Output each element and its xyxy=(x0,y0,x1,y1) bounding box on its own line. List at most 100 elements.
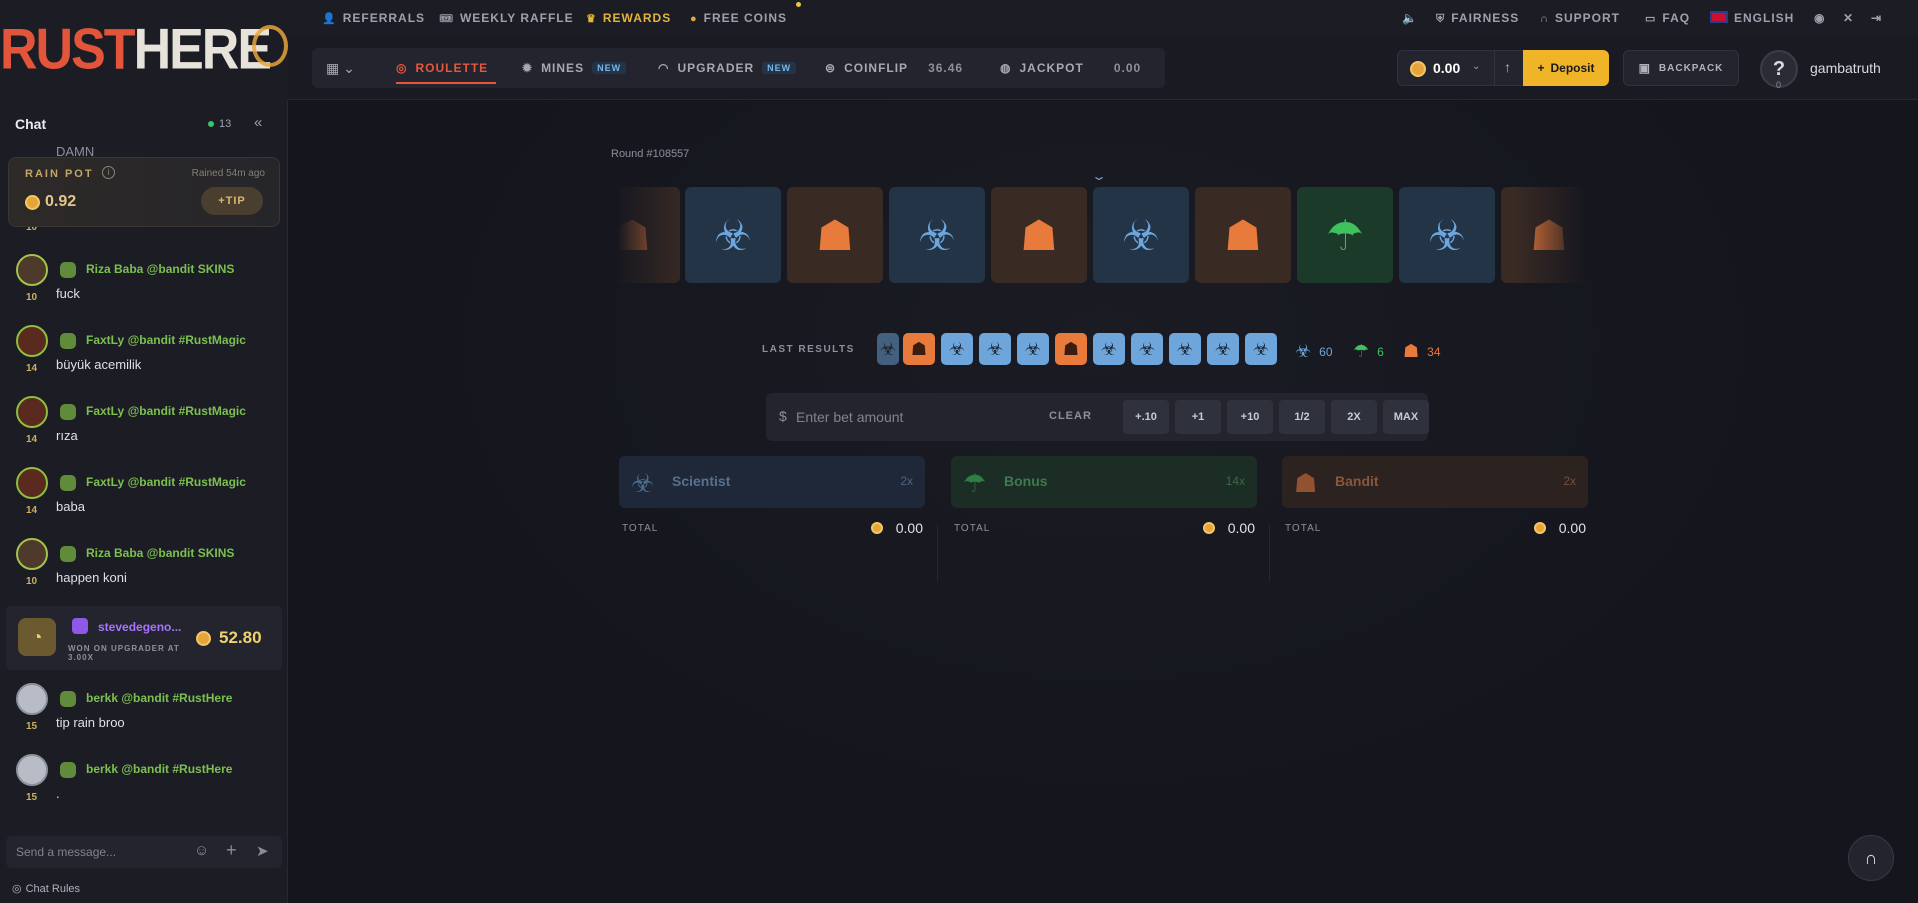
tip-button[interactable]: + TIP xyxy=(201,187,263,215)
chat-message-list[interactable]: DAMN 10 10 Riza Baba @bandit SKINS fuck … xyxy=(0,140,288,810)
gas-mask-icon: ☣ xyxy=(879,338,897,359)
bandit-bet-button[interactable]: ☗ Bandit 2x xyxy=(1282,456,1588,508)
tab-jackpot-label: JACKPOT xyxy=(1019,61,1084,75)
bandit-label: Bandit xyxy=(1335,473,1379,489)
bandit-badge-icon xyxy=(60,546,76,562)
user-level: 10 xyxy=(26,292,38,303)
site-logo[interactable]: RUST HERE xyxy=(0,0,288,100)
avatar[interactable] xyxy=(16,683,48,715)
sound-icon[interactable]: 🔈 xyxy=(1402,11,1418,25)
nav-fairness[interactable]: ⛨ FAIRNESS xyxy=(1436,11,1519,26)
tip-label: TIP xyxy=(225,195,246,207)
chat-text: tip rain broo xyxy=(56,715,125,730)
upgrader-gauge-icon: ◔ xyxy=(18,618,56,656)
nav-support[interactable]: ∩ SUPPORT xyxy=(1540,11,1620,25)
chevron-down-icon: ⌄ xyxy=(1472,61,1481,72)
nav-referrals[interactable]: 👤 REFERRALS xyxy=(322,11,425,25)
game-tabs: ▦ ⌄ ◎ ROULETTE ✹ MINES NEW ◠ UPGRADER NEW ⊜ CO… xyxy=(312,48,1165,88)
total-label: TOTAL xyxy=(1285,523,1322,534)
parachute-icon: ☂ xyxy=(1353,341,1370,361)
add-tenth-button[interactable]: +.10 xyxy=(1123,400,1169,434)
balance-selector[interactable]: 0.00 ⌄ ↑ xyxy=(1397,50,1529,86)
x-twitter-icon[interactable]: ✕ xyxy=(1843,11,1854,25)
add-icon[interactable]: + xyxy=(226,840,237,861)
avatar[interactable] xyxy=(16,754,48,786)
chat-message-input[interactable] xyxy=(16,843,166,861)
gas-mask-icon: ☣ xyxy=(986,338,1004,359)
dollar-icon: $ xyxy=(779,408,787,424)
win-description: WON ON UPGRADER AT 3.00X xyxy=(68,644,180,662)
add-ten-button[interactable]: +10 xyxy=(1227,400,1273,434)
chat-username[interactable]: Riza Baba @bandit SKINS xyxy=(86,546,234,560)
roulette-icon: ◎ xyxy=(396,61,408,75)
plus-icon: + xyxy=(218,195,226,207)
chat-username[interactable]: FaxtLy @bandit #RustMagic xyxy=(86,404,246,418)
info-icon[interactable]: i xyxy=(102,166,115,179)
half-button[interactable]: 1/2 xyxy=(1279,400,1325,434)
max-button[interactable]: MAX xyxy=(1383,400,1429,434)
chat-rules-link[interactable]: ◎ Chat Rules xyxy=(12,882,80,896)
language-selector[interactable]: ENGLISH xyxy=(1710,11,1794,25)
avatar[interactable] xyxy=(16,396,48,428)
headset-icon: ∩ xyxy=(1864,848,1878,868)
username[interactable]: gambatruth xyxy=(1810,60,1881,76)
double-button[interactable]: 2X xyxy=(1331,400,1377,434)
bonus-tile: ☂ xyxy=(1297,187,1393,283)
bandit-total: 0.00 xyxy=(1558,520,1586,536)
avatar[interactable] xyxy=(16,254,48,286)
result-scientist: ☣ xyxy=(1169,333,1201,365)
total-label: TOTAL xyxy=(622,523,659,534)
send-icon[interactable]: ➤ xyxy=(256,842,269,860)
chat-username[interactable]: FaxtLy @bandit #RustMagic xyxy=(86,333,246,347)
chat-username[interactable]: FaxtLy @bandit #RustMagic xyxy=(86,475,246,489)
bonus-bet-button[interactable]: ☂ Bonus 14x xyxy=(951,456,1257,508)
live-support-button[interactable]: ∩ xyxy=(1848,835,1894,881)
scientist-bet-button[interactable]: ☣ Scientist 2x xyxy=(619,456,925,508)
add-one-button[interactable]: +1 xyxy=(1175,400,1221,434)
avatar[interactable] xyxy=(16,467,48,499)
bandit-badge-icon xyxy=(60,333,76,349)
tab-jackpot[interactable]: ◍ JACKPOT 0.00 xyxy=(1000,61,1141,75)
games-grid-icon[interactable]: ▦ ⌄ xyxy=(326,60,355,77)
bandit-badge-icon xyxy=(60,262,76,278)
withdraw-arrow-icon[interactable]: ↑ xyxy=(1504,59,1511,75)
winner-username[interactable]: stevedegeno... xyxy=(98,620,181,634)
nav-weekly-raffle[interactable]: 🎟 WEEKLY RAFFLE xyxy=(439,11,574,25)
rain-last-time: Rained 54m ago xyxy=(191,168,265,179)
tab-mines[interactable]: ✹ MINES NEW xyxy=(522,61,627,75)
collapse-chat-icon[interactable]: « xyxy=(254,114,262,131)
user-level: 14 xyxy=(26,434,38,445)
logout-icon[interactable]: ⇥ xyxy=(1871,11,1882,25)
profile-level: 0 xyxy=(1776,80,1782,90)
discord-icon[interactable]: ◉ xyxy=(1814,11,1825,25)
avatar[interactable] xyxy=(16,325,48,357)
nav-free-coins-label: FREE COINS xyxy=(703,11,787,25)
chat-username[interactable]: berkk @bandit #RustHere xyxy=(86,691,232,705)
result-bandit: ☗ xyxy=(1055,333,1087,365)
chat-username[interactable]: berkk @bandit #RustHere xyxy=(86,762,232,776)
backpack-button[interactable]: ▣ BACKPACK xyxy=(1623,50,1739,86)
gas-mask-icon: ☣ xyxy=(1214,338,1232,359)
result-scientist: ☣ xyxy=(941,333,973,365)
chat-input-bar: ☺ + ➤ xyxy=(6,836,282,868)
scientist-tile: ☣ xyxy=(889,187,985,283)
tab-coinflip[interactable]: ⊜ COINFLIP 36.46 xyxy=(825,61,963,75)
nav-rewards[interactable]: ♛ REWARDS xyxy=(586,11,671,25)
bandit-tile: ☗ xyxy=(991,187,1087,283)
nav-free-coins[interactable]: ● FREE COINS xyxy=(690,11,787,25)
deposit-button[interactable]: + Deposit xyxy=(1523,50,1609,86)
chat-header: Chat 13 « xyxy=(0,112,288,136)
clear-button[interactable]: CLEAR xyxy=(1049,410,1092,422)
chat-username[interactable]: Riza Baba @bandit SKINS xyxy=(86,262,234,276)
avatar[interactable] xyxy=(16,538,48,570)
tab-upgrader[interactable]: ◠ UPGRADER NEW xyxy=(658,61,797,75)
nav-faq[interactable]: ▭ FAQ xyxy=(1645,11,1690,25)
logo-rust-text: RUST xyxy=(0,18,136,82)
rain-pot-label: RAIN POT xyxy=(25,168,94,180)
emoji-icon[interactable]: ☺ xyxy=(194,842,209,859)
tab-roulette[interactable]: ◎ ROULETTE xyxy=(396,61,488,75)
nav-rewards-label: REWARDS xyxy=(602,11,672,25)
bandit-badge-icon xyxy=(60,762,76,778)
bet-amount-input[interactable] xyxy=(796,406,1036,428)
rain-pot-amount: 0.92 xyxy=(45,193,77,210)
